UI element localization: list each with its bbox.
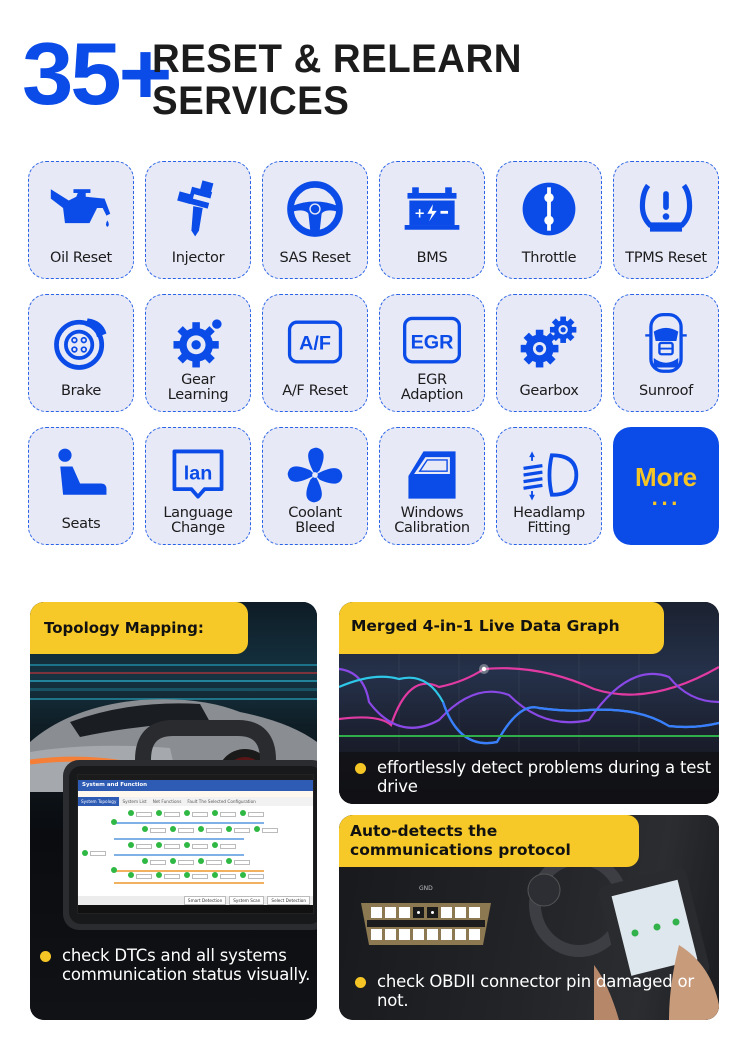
af-badge-icon: A/F: [280, 307, 350, 377]
screen-tab: Net Functions: [152, 799, 182, 804]
service-label: Headlamp Fitting: [513, 505, 585, 536]
service-tile-windows-calibration[interactable]: Windows Calibration: [379, 427, 485, 545]
service-label: Seats: [61, 516, 101, 532]
service-label: Injector: [171, 250, 225, 266]
service-label: Brake: [60, 383, 102, 399]
service-tile-sas-reset[interactable]: SAS Reset: [262, 161, 368, 279]
service-label: Sunroof: [639, 383, 693, 399]
service-label: Gear Learning: [167, 372, 229, 403]
service-label: Windows Calibration: [394, 505, 470, 536]
feature-bullet: check DTCs and all systems communication…: [40, 946, 312, 984]
service-label: Oil Reset: [50, 250, 112, 266]
svg-text:+: +: [414, 206, 425, 221]
gears-icon: [514, 307, 584, 377]
language-bubble-icon: lan: [163, 440, 233, 510]
feature-panel-live-data: Merged 4-in-1 Live Data Graph effortless…: [339, 602, 719, 804]
services-count: 35+: [22, 24, 172, 123]
service-tile-seats[interactable]: Seats: [28, 427, 134, 545]
service-label: BMS: [416, 250, 448, 266]
feature-title: Auto-detects the communications protocol: [339, 815, 639, 867]
screen-tab: System Topology: [78, 797, 120, 806]
services-grid: Oil Reset Injector SAS Reset + BMS Throt…: [28, 161, 722, 545]
title-line-1: RESET & RELEARN: [152, 37, 522, 81]
screen-tab: System List: [122, 799, 147, 804]
diagnostic-tablet-image: System and Function System Topology Syst…: [63, 720, 317, 930]
feature-title: Topology Mapping:: [30, 602, 248, 654]
system-scan-button: System Scan: [229, 896, 265, 905]
feature-title-line-1: Auto-detects the: [350, 822, 498, 840]
service-tile-injector[interactable]: Injector: [145, 161, 251, 279]
feature-bullet-text: effortlessly detect problems during a te…: [377, 758, 711, 796]
service-tile-gear-learning[interactable]: Gear Learning: [145, 294, 251, 412]
service-tile-language-change[interactable]: lan Language Change: [145, 427, 251, 545]
service-label: Language Change: [163, 505, 233, 536]
screen-header: System and Function: [78, 780, 313, 791]
tire-pressure-icon: [631, 174, 701, 244]
feature-bullet: check OBDII connector pin damaged or not…: [355, 972, 707, 1010]
service-tile-coolant-bleed[interactable]: Coolant Bleed: [262, 427, 368, 545]
gnd-label: GND: [419, 885, 433, 892]
service-tile-af-reset[interactable]: A/F A/F Reset: [262, 294, 368, 412]
service-tile-brake[interactable]: Brake: [28, 294, 134, 412]
feature-title-line-2: communications protocol: [350, 841, 571, 859]
service-tile-gearbox[interactable]: Gearbox: [496, 294, 602, 412]
feature-bullet-text: check DTCs and all systems communication…: [62, 946, 311, 984]
service-label: SAS Reset: [279, 250, 351, 266]
screen-tab: Fault The Selected Configuration: [187, 799, 256, 804]
topology-diagram: [78, 806, 313, 890]
egr-badge-text: EGR: [411, 332, 454, 354]
service-label: EGR Adaption: [400, 372, 464, 403]
battery-icon: +: [397, 174, 467, 244]
service-label: Throttle: [521, 250, 577, 266]
feature-panel-protocol: GND Auto-detects the communications prot…: [339, 815, 719, 1020]
service-label: Coolant Bleed: [288, 505, 342, 536]
seat-icon: [46, 440, 116, 510]
oil-can-icon: [46, 174, 116, 244]
car-door-icon: [397, 440, 467, 510]
title-line-2: SERVICES: [152, 79, 350, 123]
lan-badge-text: lan: [184, 463, 213, 485]
obd2-connector-diagram: [361, 903, 491, 945]
feature-bullet-text: check OBDII connector pin damaged or not…: [377, 972, 694, 1010]
injector-icon: [163, 174, 233, 244]
more-services-button[interactable]: More ...: [613, 427, 719, 545]
throttle-icon: [514, 174, 584, 244]
service-tile-bms[interactable]: + BMS: [379, 161, 485, 279]
headlamp-icon: [514, 440, 584, 510]
service-label: A/F Reset: [282, 383, 348, 399]
page-title: RESET & RELEARN SERVICES: [152, 38, 522, 122]
car-top-icon: [631, 307, 701, 377]
feature-bullet: effortlessly detect problems during a te…: [355, 758, 717, 796]
service-tile-oil-reset[interactable]: Oil Reset: [28, 161, 134, 279]
screen-tabs: System Topology System List Net Function…: [78, 797, 313, 806]
egr-badge-icon: EGR: [397, 307, 467, 377]
bullet-dot-icon: [355, 977, 366, 988]
fan-icon: [280, 440, 350, 510]
service-tile-throttle[interactable]: Throttle: [496, 161, 602, 279]
steering-wheel-icon: [280, 174, 350, 244]
feature-panel-topology: System and Function System Topology Syst…: [30, 602, 317, 1020]
service-tile-egr-adaption[interactable]: EGR EGR Adaption: [379, 294, 485, 412]
tablet-screen: System and Function System Topology Syst…: [77, 774, 314, 914]
service-label: Gearbox: [519, 383, 579, 399]
af-badge-text: A/F: [299, 333, 331, 355]
screen-footer-buttons: Smart Detection System Scan Select Detec…: [78, 896, 313, 905]
feature-title: Merged 4-in-1 Live Data Graph: [339, 602, 664, 654]
more-dots: ...: [651, 489, 681, 510]
service-tile-headlamp-fitting[interactable]: Headlamp Fitting: [496, 427, 602, 545]
service-tile-tpms-reset[interactable]: TPMS Reset: [613, 161, 719, 279]
service-tile-sunroof[interactable]: Sunroof: [613, 294, 719, 412]
brake-disc-icon: [46, 307, 116, 377]
bullet-dot-icon: [355, 763, 366, 774]
select-detection-button: Select Detection: [267, 896, 310, 905]
service-label: TPMS Reset: [625, 250, 707, 266]
smart-detection-button: Smart Detection: [183, 896, 227, 905]
bullet-dot-icon: [40, 951, 51, 962]
gear-icon: [163, 307, 233, 377]
